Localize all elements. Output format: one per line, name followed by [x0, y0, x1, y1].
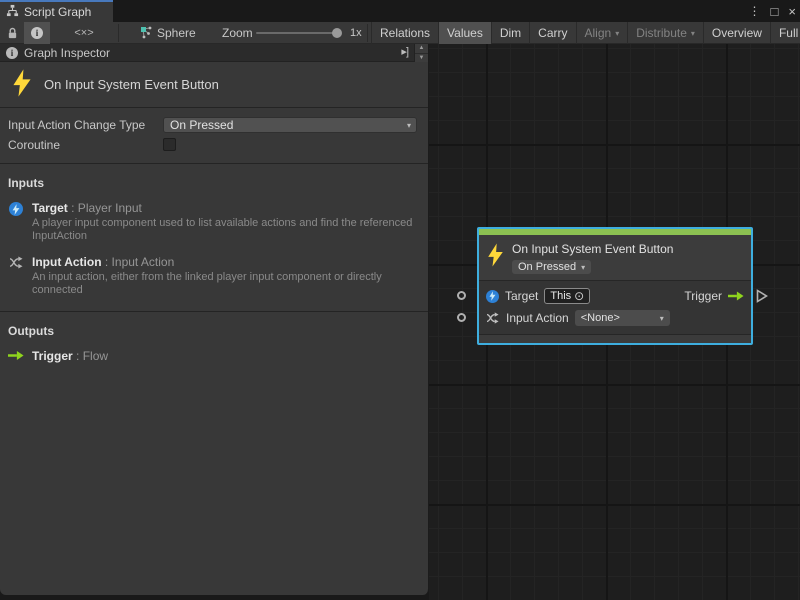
output-port-trigger[interactable]: [756, 289, 768, 306]
graph-inspector-title: Graph Inspector: [24, 46, 110, 60]
full-screen-button[interactable]: Full Screen: [770, 22, 800, 44]
node-row-input-action: Input Action <None> ▾: [486, 307, 744, 329]
change-type-row: Input Action Change Type On Pressed ▾: [0, 115, 428, 135]
event-node[interactable]: On Input System Event Button On Pressed …: [477, 227, 753, 345]
input-action-icon: [486, 312, 500, 324]
trigger-port-label: Trigger: [684, 289, 722, 303]
toolbar: i <×> Sphere Zoom 1x Relations Values Di…: [0, 22, 800, 44]
flow-arrow-icon: [8, 349, 24, 363]
node-event-dropdown[interactable]: On Pressed ▾: [512, 260, 591, 274]
object-picker-icon[interactable]: ⊙: [574, 289, 584, 303]
target-object-field[interactable]: This ⊙: [544, 288, 590, 304]
coroutine-checkbox[interactable]: [163, 138, 176, 151]
distribute-button[interactable]: Distribute▾: [627, 22, 703, 44]
player-input-icon: [486, 290, 499, 303]
tab-label: Script Graph: [24, 5, 91, 19]
code-icon[interactable]: <×>: [64, 22, 104, 44]
node-body: Target This ⊙ Trigger Input Action <None…: [479, 281, 751, 334]
node-footer: [479, 334, 751, 343]
zoom-label: Zoom: [222, 22, 253, 44]
chevron-down-icon: ▾: [615, 29, 619, 38]
port-description: A player input component used to list av…: [32, 217, 420, 244]
titlebar: Script Graph ⋮ □ ×: [0, 0, 800, 22]
input-action-port-label: Input Action: [506, 311, 569, 325]
relations-button[interactable]: Relations: [371, 22, 438, 44]
graph-canvas[interactable]: On Input System Event Button On Pressed …: [429, 44, 800, 600]
graph-owner-label: Sphere: [157, 22, 196, 44]
change-type-dropdown[interactable]: On Pressed ▾: [163, 117, 417, 133]
carry-button[interactable]: Carry: [529, 22, 575, 44]
info-toggle-button[interactable]: i: [24, 22, 50, 44]
port-type: : Player Input: [71, 201, 142, 215]
close-icon[interactable]: ×: [788, 4, 796, 19]
unit-title-block: On Input System Event Button: [0, 62, 428, 108]
graph-inspector-panel: i Graph Inspector ▸] ▲ ▼ On Input System…: [0, 44, 429, 595]
input-entry-target: Target : Player Input A player input com…: [0, 199, 428, 253]
scroll-down-icon[interactable]: ▼: [415, 54, 428, 63]
zoom-slider[interactable]: [256, 32, 340, 34]
lightning-bolt-icon: [487, 243, 504, 274]
unit-fields: Input Action Change Type On Pressed ▾ Co…: [0, 108, 428, 164]
chevron-down-icon: ▾: [581, 263, 585, 272]
inputs-heading: Inputs: [0, 164, 428, 199]
port-name: Trigger: [32, 349, 73, 363]
window-menu-icon[interactable]: ⋮: [749, 4, 761, 18]
align-button[interactable]: Align▾: [576, 22, 628, 44]
target-port-label: Target: [505, 289, 538, 303]
node-title: On Input System Event Button: [512, 242, 673, 256]
port-type: : Flow: [76, 349, 108, 363]
dim-button[interactable]: Dim: [491, 22, 529, 44]
scroll-up-icon[interactable]: ▲: [415, 44, 428, 54]
node-header[interactable]: On Input System Event Button On Pressed …: [479, 235, 751, 281]
chevron-down-icon: ▾: [660, 314, 664, 323]
flow-arrow-icon: [728, 291, 744, 301]
overview-button[interactable]: Overview: [703, 22, 770, 44]
chevron-down-icon: ▾: [407, 121, 411, 130]
graph-inspector-header: i Graph Inspector ▸] ▲ ▼: [0, 44, 428, 62]
coroutine-row: Coroutine: [0, 135, 428, 155]
script-graph-icon: [6, 4, 19, 20]
input-action-dropdown[interactable]: <None> ▾: [575, 310, 670, 326]
lightning-bolt-icon: [12, 69, 32, 100]
player-input-icon: [8, 201, 24, 244]
change-type-label: Input Action Change Type: [0, 118, 145, 132]
outputs-heading: Outputs: [0, 312, 428, 347]
maximize-icon[interactable]: □: [771, 4, 779, 19]
port-name: Target: [32, 201, 68, 215]
input-port-input-action[interactable]: [457, 313, 466, 322]
unit-title: On Input System Event Button: [44, 77, 219, 92]
zoom-value: 1x: [350, 22, 362, 44]
chevron-down-icon: ▾: [691, 29, 695, 38]
inspector-scrollbar: ▲ ▼: [414, 44, 428, 62]
toolbar-separator: [367, 24, 368, 42]
toolbar-buttons: Relations Values Dim Carry Align▾ Distri…: [371, 22, 800, 44]
window-controls: ⋮ □ ×: [749, 0, 796, 22]
coroutine-label: Coroutine: [0, 138, 60, 152]
tab-script-graph[interactable]: Script Graph: [0, 0, 113, 22]
input-entry-input-action: Input Action : Input Action An input act…: [0, 253, 428, 307]
input-port-target[interactable]: [457, 291, 466, 300]
info-icon: i: [31, 27, 43, 39]
zoom-slider-handle[interactable]: [332, 28, 342, 38]
port-type: : Input Action: [105, 255, 174, 269]
node-row-target: Target This ⊙ Trigger: [486, 285, 744, 307]
lock-icon[interactable]: [2, 22, 22, 44]
values-button[interactable]: Values: [438, 22, 491, 44]
port-description: An input action, either from the linked …: [32, 271, 420, 298]
toolbar-separator: [118, 24, 119, 42]
expand-panel-icon[interactable]: ▸]: [401, 45, 408, 58]
output-entry-trigger: Trigger : Flow: [0, 347, 428, 372]
info-icon: i: [6, 47, 18, 59]
input-action-icon: [8, 255, 24, 298]
port-name: Input Action: [32, 255, 102, 269]
graph-owner-icon: [140, 26, 154, 43]
